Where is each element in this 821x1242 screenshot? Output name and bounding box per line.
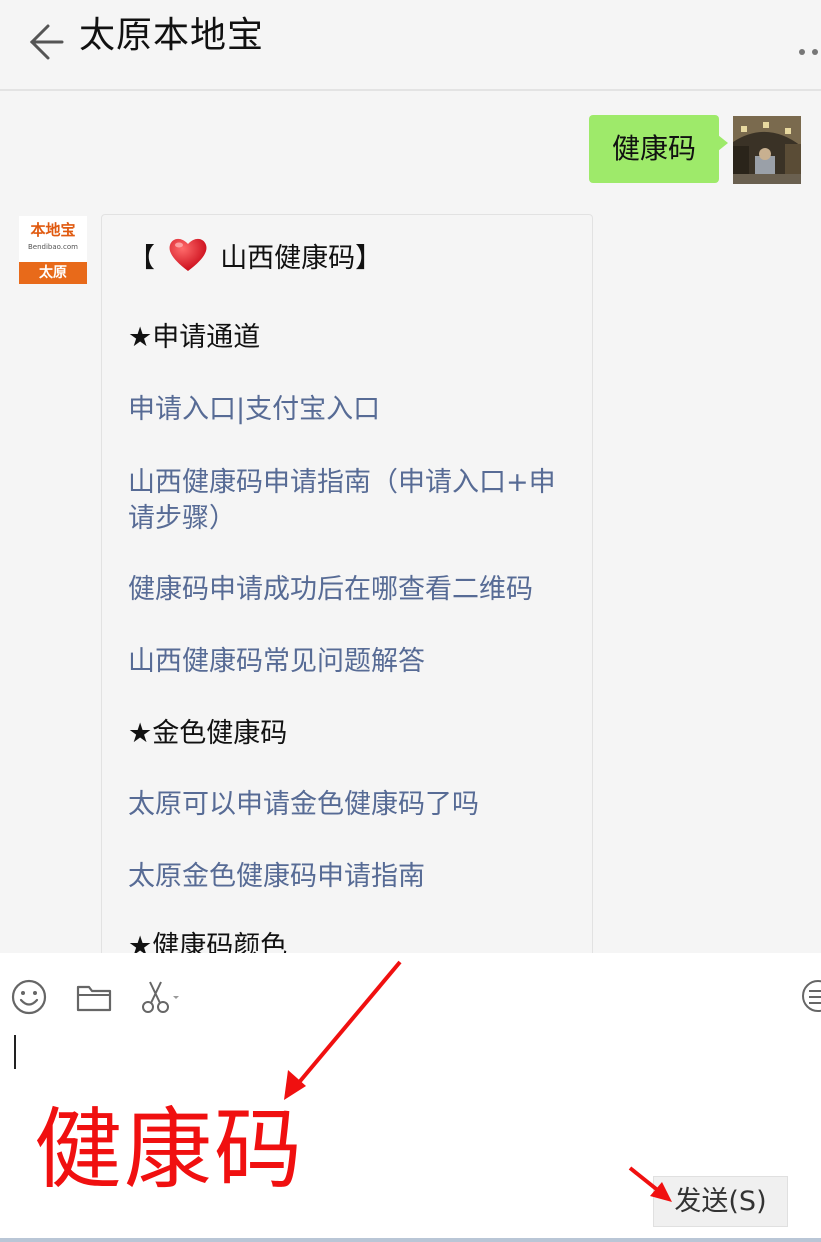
incoming-message-bubble: 【 山西健康码】 ★申请通道 申请入口|支付宝入口 山西健康码申请指南（申请入口…	[101, 214, 593, 953]
link-view-qrcode[interactable]: 健康码申请成功后在哪查看二维码	[128, 572, 572, 608]
annotation-label: 健康码	[34, 1098, 305, 1201]
message-title: 【 山西健康码】	[128, 235, 572, 277]
more-dots-icon	[799, 49, 818, 55]
title-text: 山西健康码】	[220, 243, 383, 274]
section-heading: ★申请通道	[128, 322, 261, 353]
section-heading: ★金色健康码	[128, 718, 288, 749]
link-apply-guide[interactable]: 山西健康码申请指南（申请入口+申请步骤）	[128, 465, 572, 537]
emoji-icon	[11, 979, 47, 1015]
link-faq[interactable]: 山西健康码常见问题解答	[128, 644, 572, 680]
user-avatar-photo	[733, 116, 801, 184]
bot-logo-subtext: Bendibao.com	[27, 243, 78, 251]
link-gold-code-guide[interactable]: 太原金色健康码申请指南	[128, 859, 572, 895]
screenshot-button[interactable]	[139, 978, 183, 1016]
folder-icon	[76, 985, 112, 1012]
emoji-button[interactable]	[10, 978, 48, 1016]
send-button[interactable]: 发送(S)	[653, 1176, 788, 1227]
link-apply-entry[interactable]: 申请入口|支付宝入口	[128, 392, 572, 428]
user-avatar[interactable]	[733, 116, 801, 184]
bot-avatar[interactable]: 本地宝 Bendibao.com 太原	[19, 216, 87, 284]
chat-header: 太原本地宝	[0, 0, 821, 91]
message-input-area[interactable]: 健康码 发送(S)	[0, 953, 821, 1242]
bot-logo-city: 太原	[19, 262, 87, 284]
chat-title: 太原本地宝	[79, 15, 265, 56]
heart-icon	[169, 238, 207, 271]
bot-logo-text: 本地宝	[19, 216, 87, 262]
title-bracket: 【	[128, 243, 155, 274]
chat-history-button[interactable]	[797, 978, 821, 1016]
chat-area: 健康码 本地宝 Bendibao.com 太原 【 山西健康码】 ★申请通道 申…	[0, 91, 821, 953]
arrow-left-icon	[29, 24, 64, 60]
scissors-icon	[142, 981, 179, 1013]
back-button[interactable]	[24, 20, 68, 64]
file-button[interactable]	[75, 978, 113, 1016]
outgoing-message-bubble[interactable]: 健康码	[589, 115, 728, 183]
more-button[interactable]	[796, 40, 821, 60]
section-heading: ★健康码颜色	[128, 931, 288, 953]
chat-history-icon	[802, 980, 821, 1012]
window-bottom-border	[0, 1238, 821, 1242]
link-gold-code-question[interactable]: 太原可以申请金色健康码了吗	[128, 787, 572, 823]
text-caret	[14, 1035, 16, 1069]
